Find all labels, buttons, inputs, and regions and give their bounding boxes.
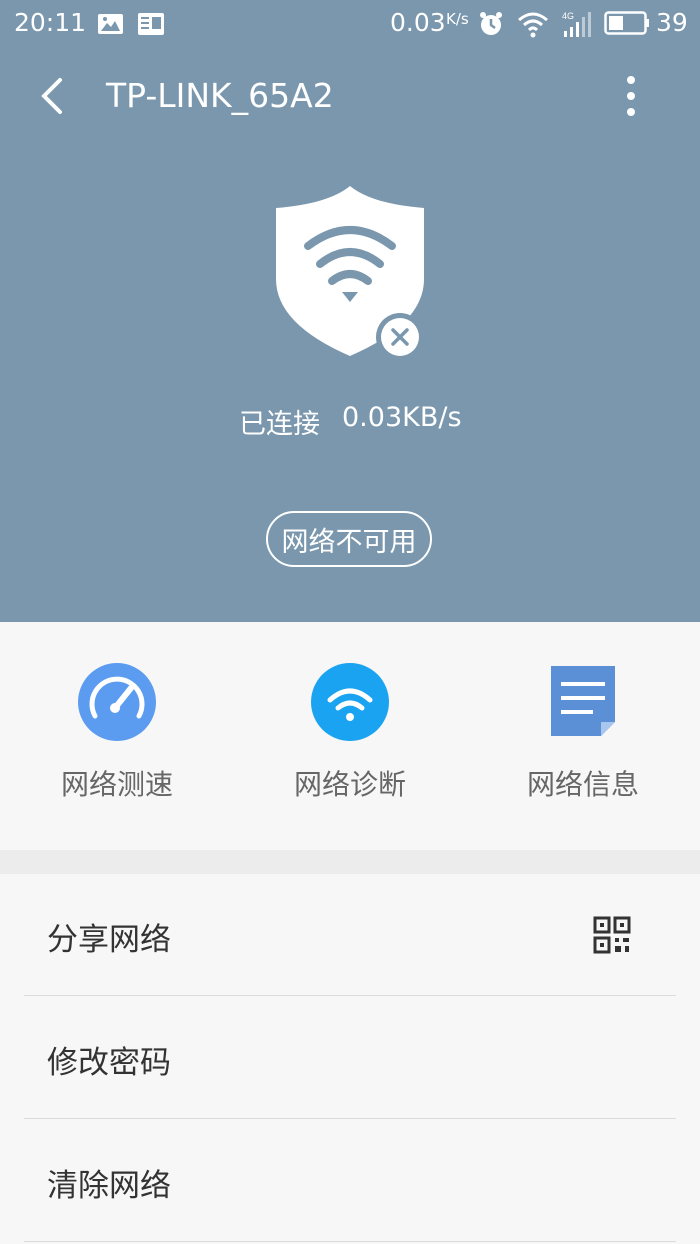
- document-icon: [551, 666, 615, 736]
- battery-icon: [604, 11, 649, 35]
- share-network-label: 分享网络: [47, 922, 171, 958]
- battery-level: 39: [656, 8, 688, 37]
- network-unavailable-badge: 网络不可用: [266, 511, 432, 567]
- row-divider: [24, 995, 676, 996]
- svg-text:4G: 4G: [562, 11, 574, 21]
- network-diagnose-label: 网络诊断: [293, 768, 406, 801]
- image-icon: [98, 14, 123, 34]
- status-net-speed: 0.03: [390, 8, 446, 37]
- network-info-label: 网络信息: [526, 768, 639, 801]
- chevron-left-icon[interactable]: [34, 74, 74, 118]
- alarm-icon: [480, 12, 502, 35]
- status-time: 20:11: [14, 8, 87, 37]
- wifi-shield-icon: [276, 186, 424, 361]
- change-password-label: 修改密码: [47, 1045, 171, 1081]
- status-bar: 20:11 0.03 K/s 4G 39: [0, 0, 700, 48]
- forget-network-row[interactable]: 清除网络: [0, 1120, 700, 1242]
- section-divider: [0, 850, 700, 874]
- share-network-row[interactable]: 分享网络: [0, 874, 700, 996]
- network-info-button[interactable]: 网络信息: [466, 622, 700, 850]
- wifi-diagnose-icon: [311, 663, 389, 741]
- speed-test-button[interactable]: 网络测速: [0, 622, 234, 850]
- wifi-icon: [518, 12, 548, 38]
- network-tools: 网络测速 网络诊断 网络信息: [0, 622, 700, 850]
- forget-network-label: 清除网络: [47, 1168, 171, 1204]
- change-password-row[interactable]: 修改密码: [0, 997, 700, 1119]
- more-vertical-icon[interactable]: [614, 72, 648, 120]
- network-name-title: TP-LINK_65A2: [106, 76, 334, 115]
- qr-code-icon[interactable]: [593, 916, 631, 954]
- connection-speed: 0.03KB/s: [342, 402, 462, 433]
- speed-test-label: 网络测速: [60, 768, 173, 801]
- signal-4g-icon: 4G: [562, 11, 591, 37]
- connection-status: 已连接: [239, 409, 320, 440]
- network-actions-list: 分享网络 修改密码 清除网络: [0, 874, 700, 1244]
- network-status-header: 20:11 0.03 K/s 4G 39 TP-LINK_65A2 已连接 0.…: [0, 0, 700, 622]
- status-net-speed-unit: K/s: [446, 10, 469, 28]
- row-divider: [24, 1241, 676, 1242]
- speedometer-icon: [78, 663, 156, 741]
- news-icon: [138, 13, 164, 35]
- network-diagnose-button[interactable]: 网络诊断: [233, 622, 467, 850]
- row-divider: [24, 1118, 676, 1119]
